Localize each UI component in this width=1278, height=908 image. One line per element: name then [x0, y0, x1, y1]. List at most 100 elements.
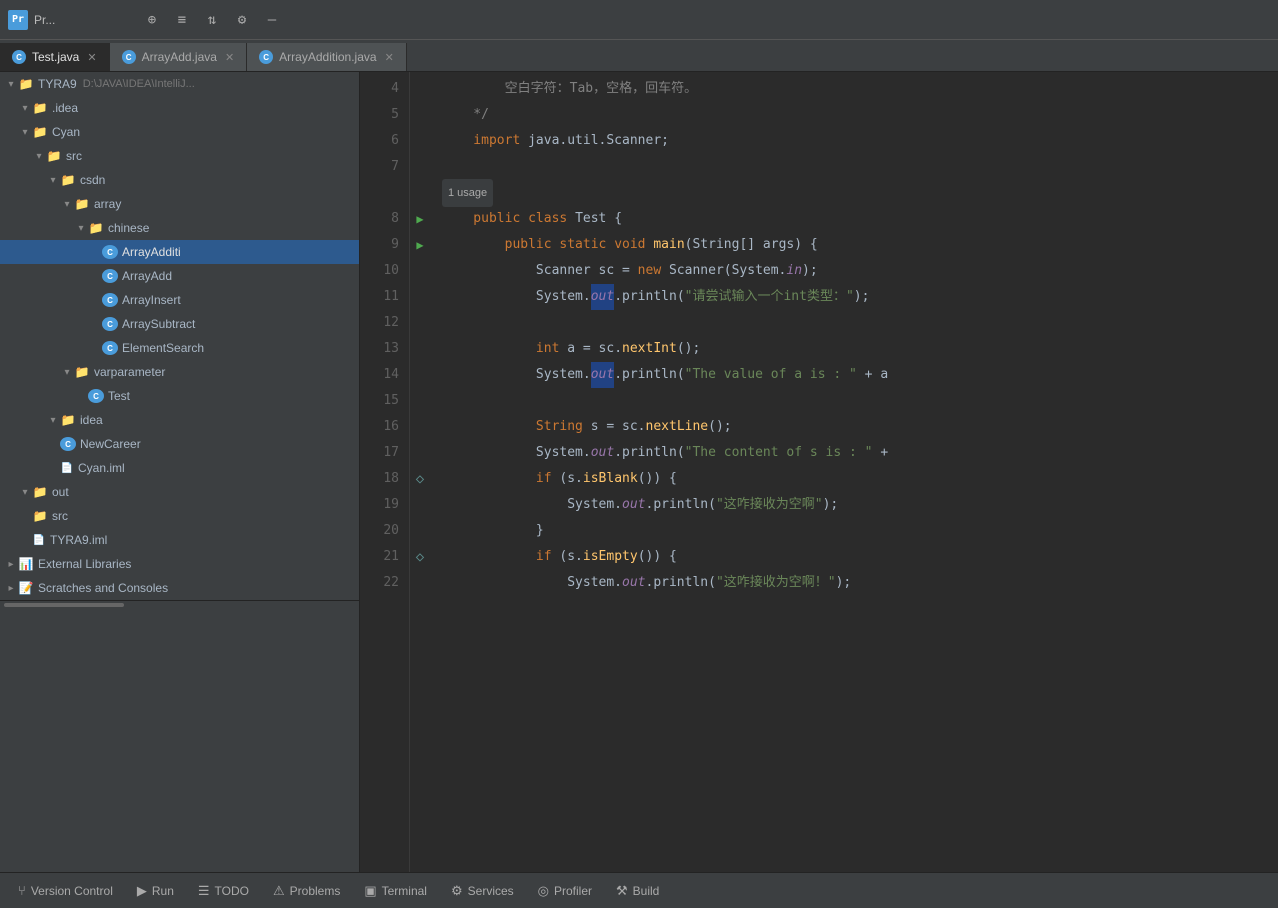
tree-arrow	[88, 269, 102, 283]
gutter-item	[410, 388, 430, 414]
bottom-tab-label: Build	[633, 884, 660, 898]
tab-close-button-2[interactable]: ✕	[225, 51, 234, 64]
tree-item-newcareer[interactable]: C NewCareer	[0, 432, 359, 456]
code-line-6: import java.util.Scanner;	[430, 128, 1278, 154]
tree-item-arrayadditon[interactable]: C ArrayAdditi	[0, 240, 359, 264]
code-token: System.	[442, 362, 591, 388]
tree-item-chinese[interactable]: 📁 chinese	[0, 216, 359, 240]
tab-bar: C Test.java ✕ C ArrayAdd.java ✕ C ArrayA…	[0, 40, 1278, 72]
tab-close-button-3[interactable]: ✕	[385, 51, 394, 64]
gutter-item	[410, 284, 430, 310]
tree-label: Cyan	[52, 125, 80, 139]
tree-arrow	[88, 293, 102, 307]
tree-item-out[interactable]: 📁 out	[0, 480, 359, 504]
bottom-tab-label: Problems	[290, 884, 341, 898]
tree-item-src[interactable]: 📁 src	[0, 144, 359, 168]
tree-arrow	[18, 533, 32, 547]
tree-label: TYRA9	[38, 77, 77, 91]
tab-arrayadd-java[interactable]: C ArrayAdd.java ✕	[110, 43, 248, 71]
bottom-tab-todo[interactable]: ☰ TODO	[188, 879, 259, 903]
tree-item-scratches[interactable]: 📝 Scratches and Consoles	[0, 576, 359, 600]
terminal-icon: ▣	[364, 883, 376, 899]
tree-item-cyan[interactable]: 📁 Cyan	[0, 120, 359, 144]
tree-item-arraysubtract[interactable]: C ArraySubtract	[0, 312, 359, 336]
gutter: ▶ ▶ ◇ ◇	[410, 72, 430, 872]
add-icon[interactable]: ⊕	[140, 8, 164, 32]
tab-arrayaddition-java[interactable]: C ArrayAddition.java ✕	[247, 43, 407, 71]
code-line-17: System.out.println("The content of s is …	[430, 440, 1278, 466]
services-icon: ⚙	[451, 883, 463, 899]
tree-item-src2[interactable]: 📁 src	[0, 504, 359, 528]
code-token: out	[622, 570, 645, 596]
run-arrow-icon[interactable]: ▶	[410, 232, 430, 258]
code-token: "The content of s is : "	[685, 440, 873, 466]
code-token: );	[823, 492, 839, 518]
split-icon[interactable]: ⇅	[200, 8, 224, 32]
code-line-7	[430, 154, 1278, 180]
tree-item-csdn[interactable]: 📁 csdn	[0, 168, 359, 192]
tree-item-arrayinsert[interactable]: C ArrayInsert	[0, 288, 359, 312]
tree-item-tyra9[interactable]: 📁 TYRA9 D:\JAVA\IDEA\IntelliJ...	[0, 72, 359, 96]
tree-arrow	[74, 221, 88, 235]
code-token: in	[786, 258, 802, 284]
folder-icon: 📁	[32, 509, 48, 523]
sidebar-scrollbar[interactable]	[0, 600, 359, 608]
tab-close-button[interactable]: ✕	[87, 51, 96, 64]
code-line-8: public class Test {	[430, 206, 1278, 232]
java-file-icon: C	[102, 245, 118, 259]
code-token: System.	[442, 284, 591, 310]
gutter-item	[410, 102, 430, 128]
tree-item-cyan-iml[interactable]: 📄 Cyan.iml	[0, 456, 359, 480]
code-line-9: public static void main(String[] args) {	[430, 232, 1278, 258]
todo-icon: ☰	[198, 883, 210, 899]
tree-item-idea[interactable]: 📁 idea	[0, 408, 359, 432]
line-numbers: 4 5 6 7 8 9 10 11 12 13 14 15 16 17 18 1…	[360, 72, 410, 872]
gutter-item	[410, 310, 430, 336]
fold-icon[interactable]: ◇	[410, 466, 430, 492]
tree-item-arrayadd[interactable]: C ArrayAdd	[0, 264, 359, 288]
tab-test-java[interactable]: C Test.java ✕	[0, 43, 110, 71]
bottom-tab-services[interactable]: ⚙ Services	[441, 879, 524, 903]
folder-icon-orange: 📁	[32, 485, 48, 499]
folder-icon: 📁	[88, 221, 104, 235]
sidebar[interactable]: 📁 TYRA9 D:\JAVA\IDEA\IntelliJ... 📁 .idea…	[0, 72, 360, 872]
code-content: 空白字符：Tab，空格，回车符。 */ import java.util.Sca…	[430, 72, 1278, 872]
bottom-tab-terminal[interactable]: ▣ Terminal	[354, 879, 437, 903]
tree-item-array[interactable]: 📁 array	[0, 192, 359, 216]
gutter-item	[410, 258, 430, 284]
code-token: out	[591, 440, 614, 466]
bottom-tab-label: Version Control	[31, 884, 113, 898]
tree-label: varparameter	[94, 365, 165, 379]
bottom-tab-problems[interactable]: ⚠ Problems	[263, 879, 350, 903]
tree-arrow	[4, 557, 18, 571]
tree-item-external-libraries[interactable]: 📊 External Libraries	[0, 552, 359, 576]
fold-icon[interactable]: ◇	[410, 544, 430, 570]
tree-item-tyra9-iml[interactable]: 📄 TYRA9.iml	[0, 528, 359, 552]
bottom-tab-build[interactable]: ⚒ Build	[606, 879, 669, 903]
tree-label: Cyan.iml	[78, 461, 125, 475]
gutter-item	[410, 128, 430, 154]
tree-item-varparameter[interactable]: 📁 varparameter	[0, 360, 359, 384]
tree-item-elementsearch[interactable]: C ElementSearch	[0, 336, 359, 360]
code-token: void	[614, 232, 653, 258]
tree-label: out	[52, 485, 69, 499]
code-token: "The value of a is : "	[685, 362, 857, 388]
bottom-tab-version-control[interactable]: ⑂ Version Control	[8, 879, 123, 902]
editor-area[interactable]: 4 5 6 7 8 9 10 11 12 13 14 15 16 17 18 1…	[360, 72, 1278, 872]
folder-icon: 📁	[60, 413, 76, 427]
settings-icon[interactable]: ⚙	[230, 8, 254, 32]
minimize-icon[interactable]: —	[260, 8, 284, 32]
bottom-tab-profiler[interactable]: ◎ Profiler	[528, 879, 602, 903]
code-token: (s.	[559, 544, 582, 570]
tree-label: ElementSearch	[122, 341, 204, 355]
tree-label: Scratches and Consoles	[38, 581, 168, 595]
code-token: out	[591, 362, 614, 388]
folder-icon: 📁	[60, 173, 76, 187]
gutter-item	[410, 492, 430, 518]
java-file-icon: C	[88, 389, 104, 403]
list-icon[interactable]: ≡	[170, 8, 194, 32]
run-arrow-icon[interactable]: ▶	[410, 206, 430, 232]
tree-item-idea-dot[interactable]: 📁 .idea	[0, 96, 359, 120]
tree-item-test[interactable]: C Test	[0, 384, 359, 408]
bottom-tab-run[interactable]: ▶ Run	[127, 879, 184, 903]
